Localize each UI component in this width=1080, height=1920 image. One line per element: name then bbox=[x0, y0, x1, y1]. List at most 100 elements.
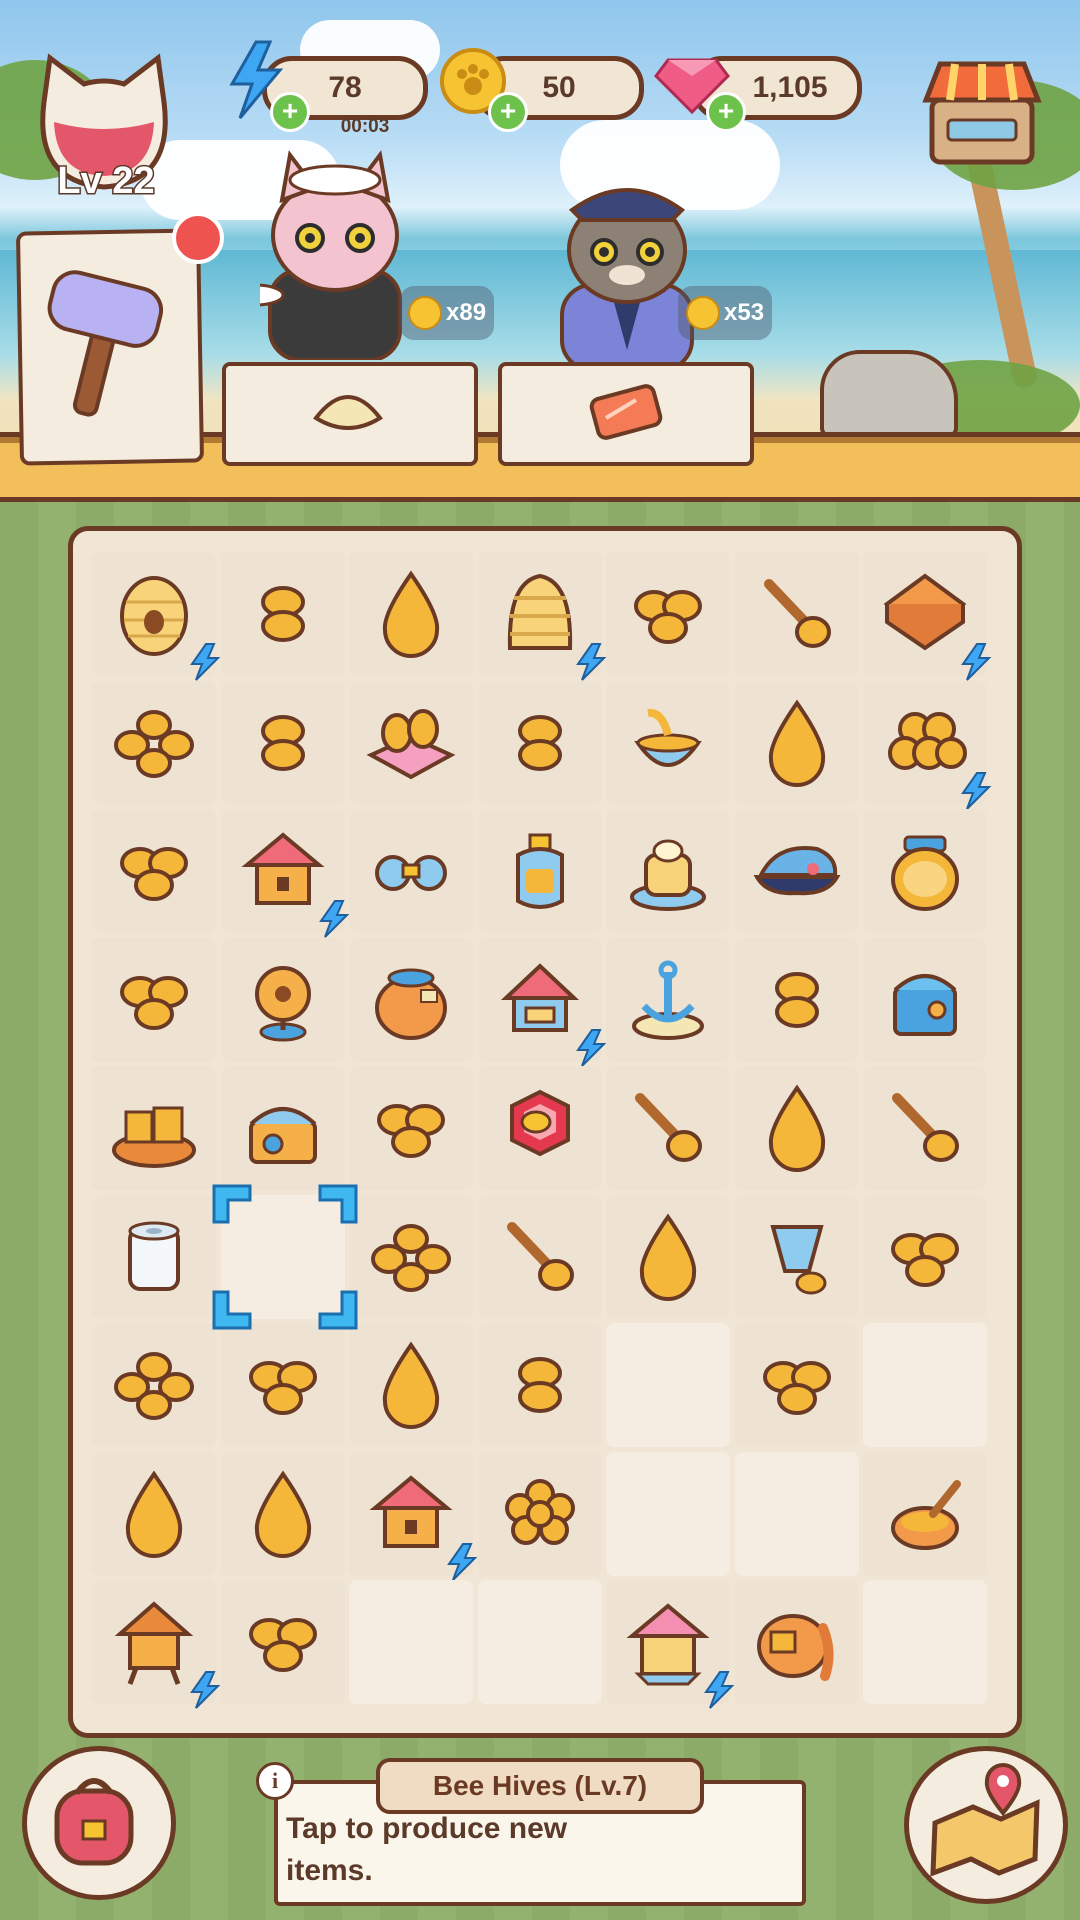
board-cell[interactable] bbox=[220, 680, 345, 805]
board-cell[interactable] bbox=[220, 809, 349, 938]
honey-coin-stack-icon bbox=[517, 1357, 562, 1413]
board-cell[interactable] bbox=[349, 1451, 478, 1581]
board-cell[interactable] bbox=[606, 1066, 730, 1190]
blue-chest-icon bbox=[893, 973, 957, 1036]
shop-button[interactable] bbox=[920, 50, 1044, 170]
board-cell[interactable] bbox=[92, 1323, 216, 1447]
board-cell[interactable] bbox=[220, 1451, 345, 1576]
board-cell[interactable] bbox=[863, 680, 992, 810]
board-cell[interactable] bbox=[349, 809, 473, 933]
board-cell[interactable] bbox=[92, 1194, 216, 1319]
honeycomb-4-icon bbox=[114, 709, 194, 778]
captain-hat-icon bbox=[753, 846, 840, 896]
board-cell[interactable] bbox=[92, 1580, 221, 1709]
board-cell[interactable] bbox=[477, 937, 606, 1067]
order-card[interactable] bbox=[498, 362, 754, 466]
board-cell[interactable] bbox=[477, 1451, 602, 1576]
anchor-icon bbox=[632, 960, 704, 1040]
board-cell-empty[interactable] bbox=[863, 1323, 987, 1447]
board-cell[interactable] bbox=[477, 809, 602, 933]
energy-bolt-icon bbox=[704, 1671, 735, 1709]
energy-bolt-icon bbox=[575, 1028, 606, 1067]
board-cell[interactable] bbox=[92, 809, 216, 933]
board-cell[interactable] bbox=[606, 552, 730, 676]
police-cat[interactable] bbox=[552, 170, 702, 372]
paw-coin-icon bbox=[408, 296, 442, 330]
honey-pot-icon bbox=[375, 968, 447, 1040]
treasure-chest-icon bbox=[248, 1107, 317, 1164]
board-cell[interactable] bbox=[477, 680, 602, 805]
notification-dot bbox=[172, 212, 224, 264]
board-cell[interactable] bbox=[349, 937, 473, 1062]
honey-drop-icon bbox=[382, 1341, 440, 1429]
board-cell[interactable] bbox=[349, 680, 473, 805]
board-cell[interactable] bbox=[606, 937, 730, 1062]
board-cell[interactable] bbox=[734, 809, 859, 933]
board-cell[interactable] bbox=[863, 1066, 987, 1190]
board-cell[interactable] bbox=[92, 937, 216, 1062]
board-cell[interactable] bbox=[220, 1066, 345, 1190]
board-cell[interactable] bbox=[863, 552, 992, 681]
board-cell[interactable] bbox=[734, 552, 859, 676]
board-cell[interactable] bbox=[349, 552, 473, 676]
board-cell-empty[interactable] bbox=[734, 1451, 859, 1576]
board-cell[interactable] bbox=[349, 1066, 473, 1190]
board-cell[interactable] bbox=[606, 1194, 730, 1319]
order-reward-badge: x89 bbox=[400, 286, 495, 340]
board-cell[interactable] bbox=[734, 1580, 859, 1704]
energy-bolt-icon bbox=[190, 643, 221, 681]
board-cell-empty[interactable] bbox=[349, 1580, 473, 1704]
board-cell[interactable] bbox=[220, 1323, 345, 1447]
honey-drop-icon bbox=[382, 570, 440, 658]
board-cell-empty[interactable] bbox=[606, 1451, 730, 1576]
board-cell[interactable] bbox=[863, 1194, 987, 1319]
add-gems-button[interactable]: + bbox=[706, 92, 746, 132]
honeycomb-3-icon bbox=[762, 1361, 831, 1415]
binoculars-icon bbox=[375, 855, 447, 891]
honey-bowl-icon bbox=[634, 708, 702, 767]
board-cell[interactable] bbox=[863, 809, 987, 933]
board-cell-empty[interactable] bbox=[863, 1580, 987, 1704]
board-cell-empty[interactable] bbox=[477, 1580, 602, 1704]
honey-dipper-icon bbox=[635, 1093, 702, 1162]
add-energy-button[interactable]: + bbox=[270, 92, 310, 132]
board-cell[interactable] bbox=[863, 1451, 987, 1576]
board-cell[interactable] bbox=[477, 1194, 602, 1319]
board-cell[interactable] bbox=[734, 680, 859, 805]
pink-maid-cat[interactable] bbox=[225, 150, 410, 362]
board-cell[interactable] bbox=[92, 1066, 216, 1190]
hammer-tool-card[interactable] bbox=[15, 228, 205, 466]
energy-bolt-icon bbox=[190, 1671, 221, 1709]
board-cell[interactable] bbox=[349, 1194, 473, 1319]
board-cell[interactable] bbox=[220, 552, 345, 676]
board-cell[interactable] bbox=[92, 552, 221, 681]
board-cell[interactable] bbox=[606, 680, 730, 805]
board-cell[interactable] bbox=[734, 1066, 859, 1190]
board-cell[interactable] bbox=[477, 552, 606, 681]
board-cell[interactable] bbox=[220, 1580, 345, 1704]
board-cell[interactable] bbox=[349, 1323, 473, 1447]
add-coins-button[interactable]: + bbox=[488, 92, 528, 132]
order-card[interactable] bbox=[222, 362, 478, 466]
honeycomb-3-icon bbox=[120, 847, 188, 901]
board-cell[interactable] bbox=[477, 1323, 602, 1447]
board-cell[interactable] bbox=[477, 1066, 602, 1190]
board-cell[interactable] bbox=[606, 1580, 735, 1709]
honeycomb-4-icon bbox=[114, 1352, 194, 1420]
board-cell[interactable] bbox=[92, 680, 216, 805]
honeycomb-3-icon bbox=[891, 1232, 959, 1287]
board-cell[interactable] bbox=[606, 809, 730, 933]
board-cell[interactable] bbox=[734, 1323, 859, 1447]
board-cell-empty[interactable] bbox=[606, 1323, 730, 1447]
backpack-button[interactable] bbox=[22, 1746, 176, 1900]
honeycomb-3-icon bbox=[377, 1104, 445, 1158]
energy-bolt-icon bbox=[575, 643, 606, 681]
board-cell[interactable] bbox=[220, 937, 345, 1062]
map-button[interactable] bbox=[904, 1746, 1068, 1904]
honeycomb-platter-icon bbox=[112, 1106, 196, 1168]
board-cell[interactable] bbox=[863, 937, 987, 1062]
board-cell[interactable] bbox=[734, 937, 859, 1062]
info-icon[interactable]: i bbox=[256, 1762, 294, 1800]
board-cell[interactable] bbox=[734, 1194, 859, 1319]
board-cell[interactable] bbox=[92, 1451, 216, 1576]
